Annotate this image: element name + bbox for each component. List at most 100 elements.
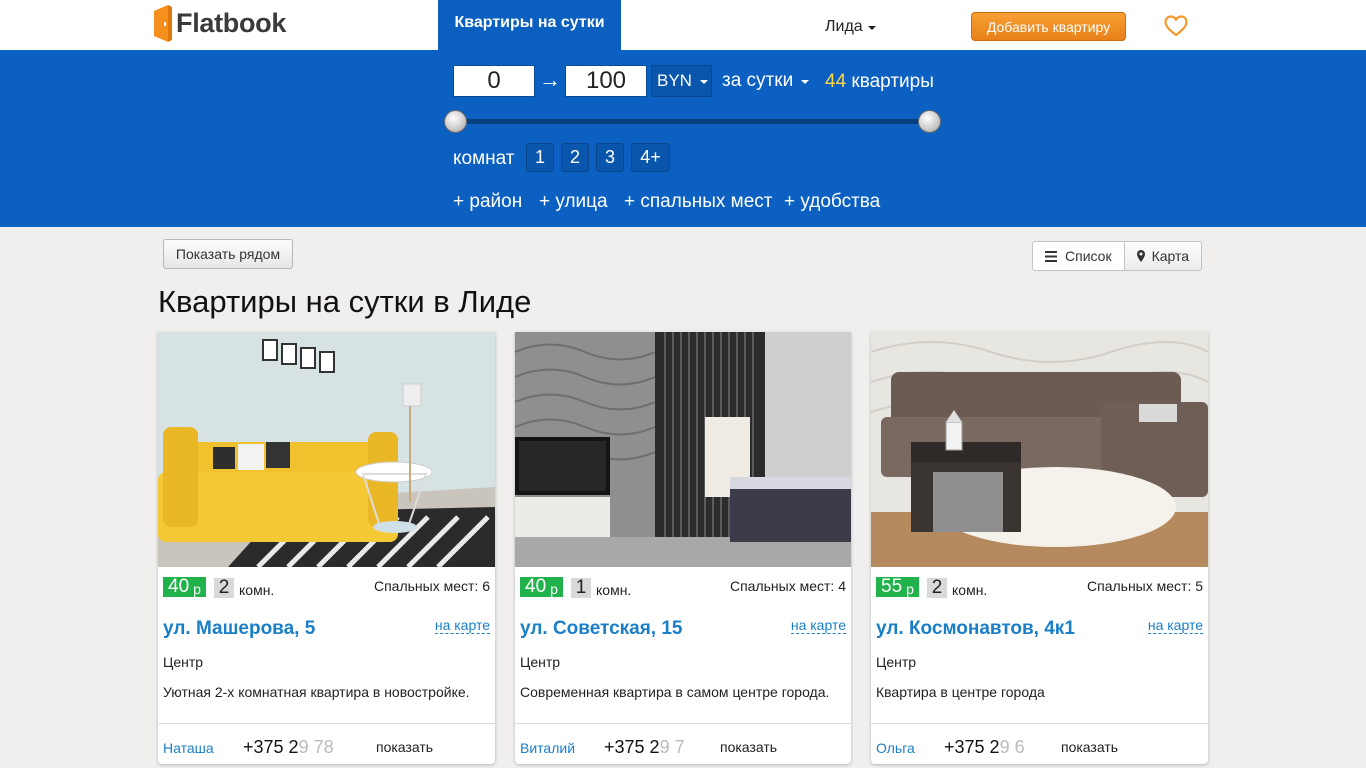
beds-count: Спальных мест: 4 <box>729 578 846 594</box>
city-selector[interactable]: Лида <box>825 18 876 36</box>
nav-tab-daily-apartments[interactable]: Квартиры на сутки <box>438 0 621 50</box>
filter-district-link[interactable]: + район <box>453 191 522 213</box>
rooms-option-2[interactable]: 2 <box>561 143 589 172</box>
price-value: 40 <box>525 576 547 597</box>
price-slider-max-handle[interactable] <box>918 110 941 133</box>
rooms-option-3[interactable]: 3 <box>596 143 624 172</box>
list-view-button[interactable]: Список <box>1032 241 1125 271</box>
listing-address-link[interactable]: ул. Советская, 15 <box>520 618 683 640</box>
listing-description: Уютная 2-х комнатная квартира в новостро… <box>163 684 470 700</box>
rooms-option-1[interactable]: 1 <box>526 143 554 172</box>
phone-visible: +375 2 <box>604 737 660 757</box>
price-value: 40 <box>168 576 190 597</box>
filter-amenities-link[interactable]: + удобства <box>784 191 880 213</box>
owner-name-link[interactable]: Виталий <box>520 740 575 756</box>
filter-beds-link[interactable]: + спальных мест <box>624 191 772 213</box>
rooms-label: комн. <box>952 582 988 598</box>
show-nearby-button[interactable]: Показать рядом <box>163 239 293 269</box>
price-unit: р <box>906 580 914 597</box>
price-badge: 55 р <box>876 576 919 597</box>
period-label: за сутки <box>722 70 794 91</box>
beds-count: Спальных мест: 5 <box>1087 578 1204 594</box>
rooms-label: комн. <box>596 582 632 598</box>
price-to-input[interactable]: 100 <box>565 65 647 97</box>
on-map-link[interactable]: на карте <box>790 618 846 634</box>
rooms-count-badge: 2 <box>927 577 947 598</box>
door-logo-icon <box>154 4 172 42</box>
price-unit: р <box>550 580 558 597</box>
phone-visible: +375 2 <box>243 737 299 757</box>
period-select[interactable]: за сутки <box>722 70 810 92</box>
listing-card[interactable]: 55 р 2 комн. Спальных мест: 5 ул. Космон… <box>871 332 1208 764</box>
listing-description: Квартира в центре города <box>876 684 1045 700</box>
caret-down-icon <box>867 26 876 30</box>
listing-district: Центр <box>520 654 561 670</box>
price-value: 55 <box>881 576 903 597</box>
listing-address-link[interactable]: ул. Космонавтов, 4к1 <box>876 618 1075 640</box>
phone-hidden: 9 7 <box>659 737 685 757</box>
rooms-label: комнат <box>453 148 515 169</box>
phone-number: +375 29 6 <box>944 737 1032 758</box>
listing-card[interactable]: 40 р 2 комн. Спальных мест: 6 ул. Машеро… <box>158 332 495 764</box>
phone-number: +375 29 78 <box>243 737 339 758</box>
show-phone-button[interactable]: показать <box>1061 739 1118 755</box>
card-divider <box>158 723 495 724</box>
listing-photo[interactable] <box>158 332 495 567</box>
price-unit: р <box>193 580 201 597</box>
living-room-photo <box>158 332 495 567</box>
on-map-link[interactable]: на карте <box>434 618 490 634</box>
rooms-count-badge: 2 <box>214 577 234 598</box>
on-map-link[interactable]: на карте <box>1147 618 1203 634</box>
price-slider-min-handle[interactable] <box>444 110 467 133</box>
logo-text: Flatbook <box>176 7 287 38</box>
caret-down-icon <box>801 80 810 84</box>
phone-visible: +375 2 <box>944 737 1000 757</box>
currency-select[interactable]: BYN <box>651 65 712 97</box>
card-divider <box>515 723 851 724</box>
show-phone-button[interactable]: показать <box>720 739 777 755</box>
show-phone-button[interactable]: показать <box>376 739 433 755</box>
view-toggle: Список Карта <box>1032 241 1203 271</box>
owner-name-link[interactable]: Наташа <box>163 740 214 756</box>
caret-down-icon <box>699 80 708 84</box>
map-view-label: Карта <box>1151 248 1190 264</box>
price-from-input[interactable]: 0 <box>453 65 535 97</box>
filter-street-link[interactable]: + улица <box>539 191 608 213</box>
price-badge: 40 р <box>163 576 206 597</box>
top-header: Flatbook Квартиры на сутки Лида Добавить… <box>0 0 1366 50</box>
flatbook-logo[interactable]: Flatbook <box>154 4 286 42</box>
map-view-button[interactable]: Карта <box>1124 241 1203 271</box>
results-count-label: квартиры <box>851 71 934 92</box>
listing-card[interactable]: 40 р 1 комн. Спальных мест: 4 ул. Советс… <box>515 332 851 764</box>
heart-icon[interactable] <box>1164 15 1188 37</box>
rooms-label: комн. <box>239 582 275 598</box>
rooms-count-badge: 1 <box>571 577 591 598</box>
price-slider-track[interactable] <box>456 119 930 124</box>
listing-photo[interactable] <box>871 332 1208 567</box>
listing-description: Современная квартира в самом центре горо… <box>520 684 830 700</box>
add-apartment-button[interactable]: Добавить квартиру <box>971 12 1126 41</box>
phone-number: +375 29 7 <box>604 737 692 758</box>
price-badge: 40 р <box>520 576 563 597</box>
map-marker-icon <box>1136 250 1145 262</box>
range-arrow: → <box>539 67 561 92</box>
phone-hidden: 9 6 <box>999 737 1025 757</box>
listing-district: Центр <box>876 654 917 670</box>
page-title: Квартиры на сутки в Лиде <box>158 284 532 319</box>
currency-label: BYN <box>657 71 692 90</box>
results-count: 44 квартиры <box>825 71 934 93</box>
list-icon <box>1045 250 1057 262</box>
list-view-label: Список <box>1065 248 1112 264</box>
results-count-number: 44 <box>825 71 847 92</box>
city-label: Лида <box>825 18 863 35</box>
listing-address-link[interactable]: ул. Машерова, 5 <box>163 618 315 640</box>
rooms-option-4plus[interactable]: 4+ <box>631 143 670 172</box>
beds-count: Спальных мест: 6 <box>373 578 490 594</box>
sofa-room-photo <box>871 332 1208 567</box>
bedroom-photo <box>515 332 851 567</box>
card-divider <box>871 723 1208 724</box>
owner-name-link[interactable]: Ольга <box>876 740 915 756</box>
phone-hidden: 9 78 <box>298 737 334 757</box>
listing-photo[interactable] <box>515 332 851 567</box>
listing-district: Центр <box>163 654 204 670</box>
